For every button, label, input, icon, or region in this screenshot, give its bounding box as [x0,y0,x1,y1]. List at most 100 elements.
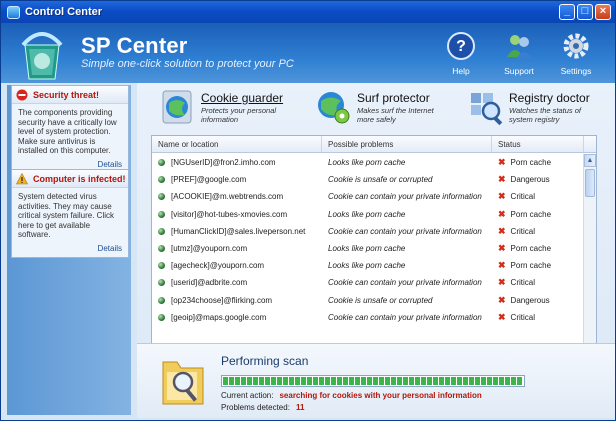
cell-name: [userid]@adbrite.com [152,278,322,287]
cookie-name: [utmz]@youporn.com [171,244,248,254]
cell-name: [visitor]@hot-tubes-xmovies.com [152,210,322,219]
cookie-name: [geoip]@maps.google.com [171,312,267,322]
table-row[interactable]: [utmz]@youporn.com Looks like porn cache ✖… [152,240,584,257]
status-text: Critical [510,312,535,322]
cell-problem: Cookie can contain your private informat… [328,312,482,322]
cell-name: [agecheck]@youporn.com [152,261,322,270]
table-row[interactable]: [ACOOKIE]@m.webtrends.com Cookie can cont… [152,188,584,205]
status-text: Porn cache [510,261,552,271]
cell-name: [ACOOKIE]@m.webtrends.com [152,192,322,201]
tab-title: Cookie guarder [201,91,284,105]
cell-status: ✖ Porn cache [492,260,584,271]
support-label: Support [504,66,534,76]
cookie-name: [op234choose]@flirking.com [171,295,273,305]
alert-details-link[interactable]: Details [12,242,128,257]
tab-subtitle: Makes surf the Internet more safely [357,106,434,124]
scan-progress-bar [221,375,525,387]
table-row[interactable]: [geoip]@maps.google.com Cookie can contai… [152,309,584,326]
warning-icon [16,172,28,184]
cookie-bullet-icon [158,313,165,321]
red-x-icon: ✖ [498,174,506,185]
cookie-bullet-icon [158,245,165,253]
current-action-line: Current action: searching for cookies wit… [221,391,482,400]
cell-status: ✖ Critical [492,191,584,202]
cookie-bullet-icon [158,296,165,304]
cell-status: ✖ Porn cache [492,157,584,168]
window-title: Control Center [25,6,102,18]
help-button[interactable]: ? Help [439,31,483,76]
table-row[interactable]: [PREF]@google.com Cookie is unsafe or cor… [152,171,584,188]
scan-panel: Performing scan Current action: searching… [137,343,615,418]
alert-body: The components providing security have a… [18,108,117,155]
maximize-button[interactable]: □ [577,4,593,20]
alert-title: Security threat! [33,89,100,100]
brand-tagline: Simple one-click solution to protect you… [81,58,294,70]
cookie-name: [HumanClickID]@sales.liveperson.net [171,226,306,236]
current-action-value: searching for cookies with your personal… [279,391,482,400]
cookie-bullet-icon [158,279,165,287]
support-button[interactable]: Support [497,31,541,76]
cell-name: [geoip]@maps.google.com [152,313,322,322]
registry-magnifier-icon [471,93,503,125]
svg-text:?: ? [456,38,466,55]
settings-button[interactable]: Settings [554,31,598,76]
status-text: Porn cache [510,244,552,254]
cookie-bullet-icon [158,262,165,270]
table-row[interactable]: [agecheck]@youporn.com Looks like porn ca… [152,257,584,274]
cell-status: ✖ Dangerous [492,174,584,185]
tab-title: Surf protector [357,91,430,105]
cell-status: ✖ Porn cache [492,243,584,254]
cell-status: ✖ Porn cache [492,209,584,220]
cell-name: [NGUserID]@fron2.imho.com [152,158,322,167]
table-row[interactable]: [NGUserID]@fron2.imho.com Looks like porn… [152,154,584,171]
red-x-icon: ✖ [498,243,506,254]
sidebar: Security threat! The components providin… [7,85,131,415]
column-header-problems[interactable]: Possible problems [322,136,492,152]
red-x-icon: ✖ [498,277,506,288]
title-bar[interactable]: Control Center _ □ × [1,1,615,23]
cookie-name: [visitor]@hot-tubes-xmovies.com [171,209,288,219]
problems-detected-line: Problems detected: 11 [221,403,304,412]
table-row[interactable]: [userid]@adbrite.com Cookie can contain y… [152,274,584,291]
alert-body: System detected virus activities. They m… [18,192,115,239]
close-button[interactable]: × [595,4,611,20]
scroll-up-arrow-icon[interactable]: ▲ [584,154,596,167]
status-text: Critical [510,278,535,288]
no-entry-icon [16,89,28,100]
tab-title: Registry doctor [509,91,590,105]
alert-title: Computer is infected! [33,173,126,184]
problems-detected-count: 11 [295,403,305,412]
folder-magnifier-icon [162,361,204,405]
cell-status: ✖ Critical [492,226,584,237]
cookie-bullet-icon [158,227,165,235]
column-header-name[interactable]: Name or location [152,136,322,152]
status-text: Critical [510,226,535,236]
status-text: Critical [510,192,535,202]
table-row[interactable]: [HumanClickID]@sales.liveperson.net Cooki… [152,223,584,240]
cookie-name: [ACOOKIE]@m.webtrends.com [171,192,284,202]
cell-problem: Cookie can contain your private informat… [328,192,482,202]
scroll-thumb[interactable] [585,169,595,197]
feature-tabs: Cookie guarder Protects your personal in… [137,83,615,129]
cell-name: [op234choose]@flirking.com [152,296,322,305]
cell-problem: Cookie is unsafe or corrupted [328,175,433,185]
cell-status: ✖ Dangerous [492,295,584,306]
column-header-status[interactable]: Status [492,136,584,152]
help-icon: ? [447,32,475,60]
status-text: Dangerous [510,295,550,305]
red-x-icon: ✖ [498,208,506,219]
red-x-icon: ✖ [498,294,506,305]
cell-name: [utmz]@youporn.com [152,244,322,253]
cookie-name: [NGUserID]@fron2.imho.com [171,158,276,168]
alert-security-threat: Security threat! The components providin… [11,85,129,174]
table-row[interactable]: [visitor]@hot-tubes-xmovies.com Looks lik… [152,206,584,223]
red-x-icon: ✖ [498,260,506,271]
status-text: Porn cache [510,209,552,219]
cookie-name: [agecheck]@youporn.com [171,261,265,271]
app-header: SP Center Simple one-click solution to p… [1,23,615,83]
settings-icon [563,33,589,59]
minimize-button[interactable]: _ [559,4,575,20]
cookie-name: [PREF]@google.com [171,175,247,185]
table-row[interactable]: [op234choose]@flirking.com Cookie is unsa… [152,292,584,309]
status-text: Porn cache [510,158,552,168]
